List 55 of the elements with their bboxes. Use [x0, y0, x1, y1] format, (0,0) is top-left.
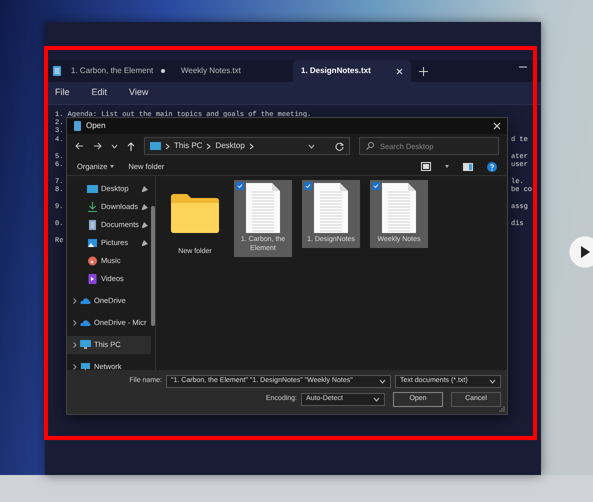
- refresh-icon[interactable]: [335, 142, 344, 150]
- folder-icon: [171, 193, 219, 233]
- play-button[interactable]: [568, 235, 593, 269]
- dropdown-icon: [308, 144, 315, 148]
- help-icon: [487, 162, 497, 172]
- caret-icon: [110, 165, 114, 168]
- cloud-icon: [80, 318, 91, 328]
- monitor-icon: [150, 142, 161, 150]
- chevron-icon: [248, 142, 254, 150]
- tab[interactable]: Weekly Notes.txt: [173, 60, 293, 82]
- notepad-icon: [73, 121, 82, 131]
- caret-icon: [445, 165, 449, 168]
- cloud-icon: [80, 296, 91, 306]
- dropdown-icon: [373, 397, 380, 402]
- breadcrumb-item[interactable]: This PC: [174, 140, 202, 152]
- close-icon[interactable]: [493, 122, 501, 130]
- menu-item[interactable]: View: [129, 86, 148, 100]
- forward-icon[interactable]: [93, 142, 102, 150]
- close-icon[interactable]: [396, 68, 403, 74]
- up-icon[interactable]: [127, 142, 135, 150]
- chevron-icon: [206, 142, 212, 150]
- music-icon: [87, 256, 98, 266]
- document-icon: [245, 183, 281, 233]
- preview-pane-icon[interactable]: [463, 162, 473, 170]
- checkbox-icon: [236, 182, 244, 190]
- tab[interactable]: 1. DesignNotes.txt: [293, 60, 411, 82]
- downloads-icon: [87, 202, 98, 212]
- desktop-icon: [87, 184, 98, 194]
- chevron-icon: [165, 142, 170, 150]
- pc-icon: [80, 340, 91, 350]
- document-icon: [313, 183, 349, 233]
- pictures-icon: [87, 238, 98, 248]
- back-icon[interactable]: [75, 142, 84, 150]
- network-icon: [80, 362, 91, 370]
- dropdown-icon: [489, 379, 496, 384]
- checkbox-icon: [372, 182, 380, 190]
- address-bar[interactable]: This PC Desktop: [144, 137, 350, 155]
- resize-grip-icon: [499, 406, 505, 412]
- view-icon[interactable]: [421, 162, 431, 171]
- documents-icon: [87, 220, 98, 230]
- videos-icon: [87, 274, 98, 284]
- recent-locations-icon: [111, 144, 118, 148]
- minimize-icon[interactable]: [519, 66, 527, 68]
- breadcrumb-item[interactable]: Desktop: [215, 140, 245, 152]
- tab[interactable]: 1. Carbon, the Element: [63, 60, 173, 82]
- dropdown-icon: [379, 379, 386, 384]
- add-tab-icon[interactable]: [419, 66, 428, 76]
- unsaved-dot-icon: [161, 69, 165, 73]
- dialog-title: Open: [86, 120, 106, 132]
- scrollbar-thumb[interactable]: [150, 206, 155, 326]
- document-icon: [381, 183, 417, 233]
- menu-item[interactable]: Edit: [92, 86, 108, 100]
- notepad-icon: [51, 65, 63, 77]
- checkbox-icon: [304, 182, 312, 190]
- menu-item[interactable]: File: [55, 86, 70, 100]
